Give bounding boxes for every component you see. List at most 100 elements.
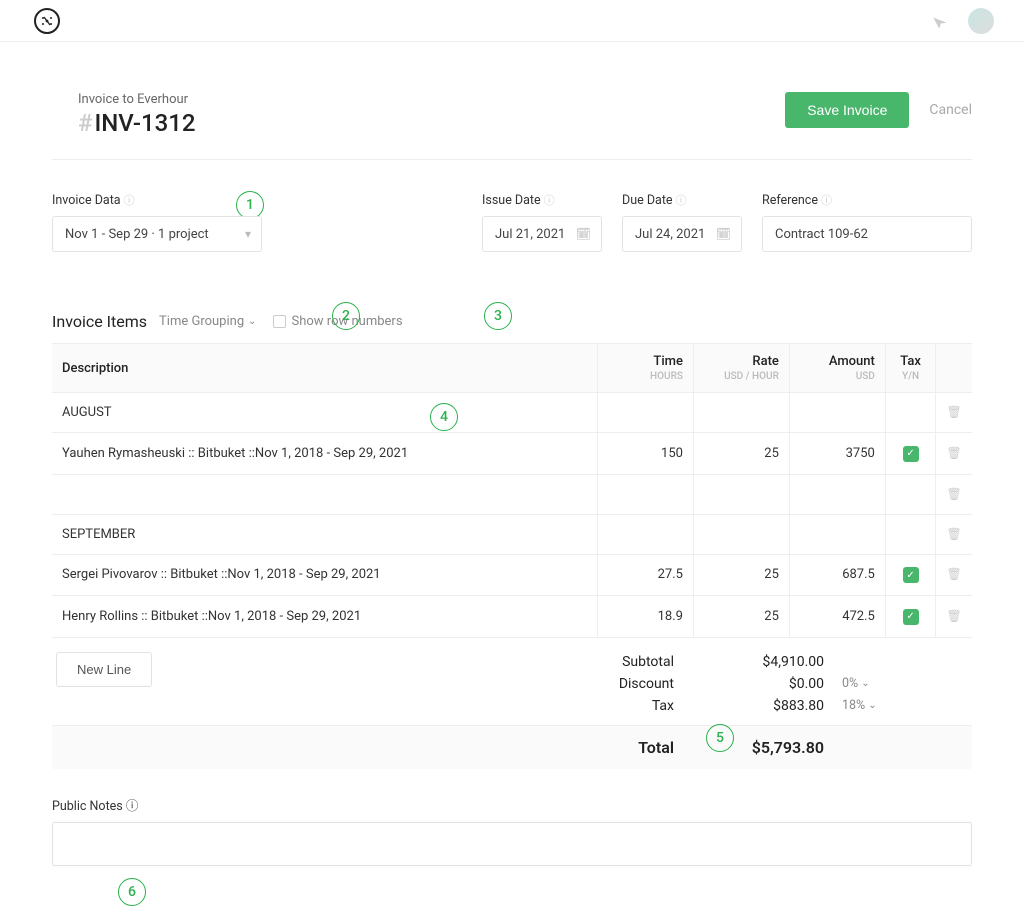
col-rate: RateUSD / HOUR [693, 344, 789, 393]
invoice-items-table: Description TimeHOURS RateUSD / HOUR Amo… [52, 343, 972, 638]
user-avatar[interactable] [968, 8, 994, 34]
discount-label: Discount [52, 676, 692, 692]
row-amount[interactable] [789, 474, 885, 514]
reference-value: Contract 109-62 [775, 227, 868, 242]
tax-checked-icon[interactable]: ✓ [903, 567, 919, 583]
invoice-data-value: Nov 1 - Sep 29 · 1 project [65, 227, 209, 242]
row-amount[interactable]: 3750 [789, 433, 885, 475]
total-label: Total [52, 738, 692, 757]
row-time[interactable] [597, 474, 693, 514]
row-description[interactable]: Sergei Pivovarov :: Bitbuket ::Nov 1, 20… [52, 554, 597, 596]
invoice-data-select[interactable]: Nov 1 - Sep 29 · 1 project ▾ [52, 216, 262, 252]
tax-checked-icon[interactable]: ✓ [903, 446, 919, 462]
row-tax[interactable] [885, 474, 936, 514]
due-date-value: Jul 24, 2021 [635, 227, 705, 242]
delete-icon[interactable]: 🗑 [947, 446, 962, 460]
chevron-down-icon: ⌄ [248, 316, 256, 327]
row-tax[interactable]: ✓ [885, 554, 936, 596]
delete-icon[interactable]: 🗑 [947, 527, 962, 541]
calendar-icon: 🗓 [716, 227, 731, 241]
invoice-fields: Invoice Data ⓘ Nov 1 - Sep 29 · 1 project… [52, 160, 972, 252]
tax-checked-icon[interactable]: ✓ [903, 609, 919, 625]
cancel-link[interactable]: Cancel [929, 102, 972, 118]
info-icon: ⓘ [123, 799, 139, 814]
subtotal-value: $4,910.00 [692, 654, 832, 670]
reference-label: Reference [762, 193, 818, 208]
app-logo [34, 8, 60, 34]
row-description[interactable] [52, 474, 597, 514]
delete-icon[interactable]: 🗑 [947, 487, 962, 501]
reference-input[interactable]: Contract 109-62 [762, 216, 972, 252]
discount-pct-select[interactable]: 0%⌄ [832, 676, 882, 691]
callout-badge-5: 5 [706, 724, 734, 752]
row-tax[interactable]: ✓ [885, 596, 936, 638]
col-amount: AmountUSD [789, 344, 885, 393]
tax-label: Tax [52, 698, 692, 714]
row-rate[interactable]: 25 [693, 554, 789, 596]
row-rate[interactable] [693, 474, 789, 514]
invoice-to: Invoice to Everhour [78, 92, 196, 107]
table-row[interactable]: 🗑 [52, 474, 972, 514]
issue-date-field: Issue Dateⓘ Jul 21, 2021 🗓 [482, 192, 602, 252]
row-rate[interactable]: 25 [693, 596, 789, 638]
table-group-row: SEPTEMBER 🗑 [52, 514, 972, 554]
discount-value: $0.00 [692, 676, 832, 692]
delete-icon[interactable]: 🗑 [947, 405, 962, 419]
filter-icon: ▾ [245, 227, 251, 241]
row-time[interactable]: 18.9 [597, 596, 693, 638]
info-icon: ⓘ [676, 194, 687, 207]
row-amount[interactable]: 472.5 [789, 596, 885, 638]
row-amount[interactable]: 687.5 [789, 554, 885, 596]
reference-field: Referenceⓘ Contract 109-62 [762, 192, 972, 252]
row-time[interactable]: 150 [597, 433, 693, 475]
due-date-field: Due Dateⓘ Jul 24, 2021 🗓 [622, 192, 742, 252]
table-row[interactable]: Yauhen Rymasheuski :: Bitbuket ::Nov 1, … [52, 433, 972, 475]
time-grouping-select[interactable]: Time Grouping ⌄ [159, 314, 256, 329]
public-notes-input[interactable] [52, 822, 972, 866]
col-time: TimeHOURS [597, 344, 693, 393]
invoice-number: #INV-1312 [78, 109, 196, 137]
invoice-header: Invoice to Everhour #INV-1312 Save Invoi… [52, 92, 972, 159]
issue-date-input[interactable]: Jul 21, 2021 🗓 [482, 216, 602, 252]
checkbox-icon [273, 315, 286, 328]
callout-badge-2: 2 [332, 302, 360, 330]
row-rate[interactable]: 25 [693, 433, 789, 475]
callout-badge-6: 6 [118, 878, 146, 906]
invoice-items-header: Invoice Items Time Grouping ⌄ Show row n… [52, 312, 972, 343]
due-date-input[interactable]: Jul 24, 2021 🗓 [622, 216, 742, 252]
chevron-down-icon: ⌄ [861, 678, 869, 689]
info-icon: ⓘ [821, 194, 832, 207]
calendar-icon: 🗓 [576, 227, 591, 241]
time-grouping-label: Time Grouping [159, 314, 244, 329]
callout-badge-3: 3 [484, 302, 512, 330]
invoice-data-field: Invoice Dataⓘ Nov 1 - Sep 29 · 1 project… [52, 192, 262, 252]
callout-badge-4: 4 [430, 403, 458, 431]
tax-value: $883.80 [692, 698, 832, 714]
invoice-card: Invoice to Everhour #INV-1312 Save Invoi… [26, 66, 998, 906]
subtotal-label: Subtotal [52, 654, 692, 670]
tax-pct-select[interactable]: 18%⌄ [832, 698, 882, 713]
due-date-label: Due Date [622, 193, 673, 208]
row-description[interactable]: Yauhen Rymasheuski :: Bitbuket ::Nov 1, … [52, 433, 597, 475]
col-tax: TaxY/N [885, 344, 936, 393]
chevron-down-icon: ⌄ [868, 700, 876, 711]
row-time[interactable]: 27.5 [597, 554, 693, 596]
table-row[interactable]: Henry Rollins :: Bitbuket ::Nov 1, 2018 … [52, 596, 972, 638]
delete-icon[interactable]: 🗑 [947, 567, 962, 581]
invoice-items-title: Invoice Items [52, 312, 147, 331]
row-description[interactable]: Henry Rollins :: Bitbuket ::Nov 1, 2018 … [52, 596, 597, 638]
notifications-icon[interactable] [930, 11, 950, 31]
invoice-data-label: Invoice Data [52, 193, 121, 208]
totals-block: Subtotal $4,910.00 Discount $0.00 0%⌄ Ta… [52, 651, 972, 769]
table-row[interactable]: Sergei Pivovarov :: Bitbuket ::Nov 1, 20… [52, 554, 972, 596]
col-description: Description [52, 344, 597, 393]
group-label: AUGUST [52, 393, 597, 433]
row-tax[interactable]: ✓ [885, 433, 936, 475]
group-label: SEPTEMBER [52, 514, 597, 554]
issue-date-value: Jul 21, 2021 [495, 227, 565, 242]
callout-badge-1: 1 [236, 191, 264, 219]
delete-icon[interactable]: 🗑 [947, 609, 962, 623]
issue-date-label: Issue Date [482, 193, 541, 208]
topbar [0, 0, 1024, 42]
save-button[interactable]: Save Invoice [785, 92, 909, 128]
